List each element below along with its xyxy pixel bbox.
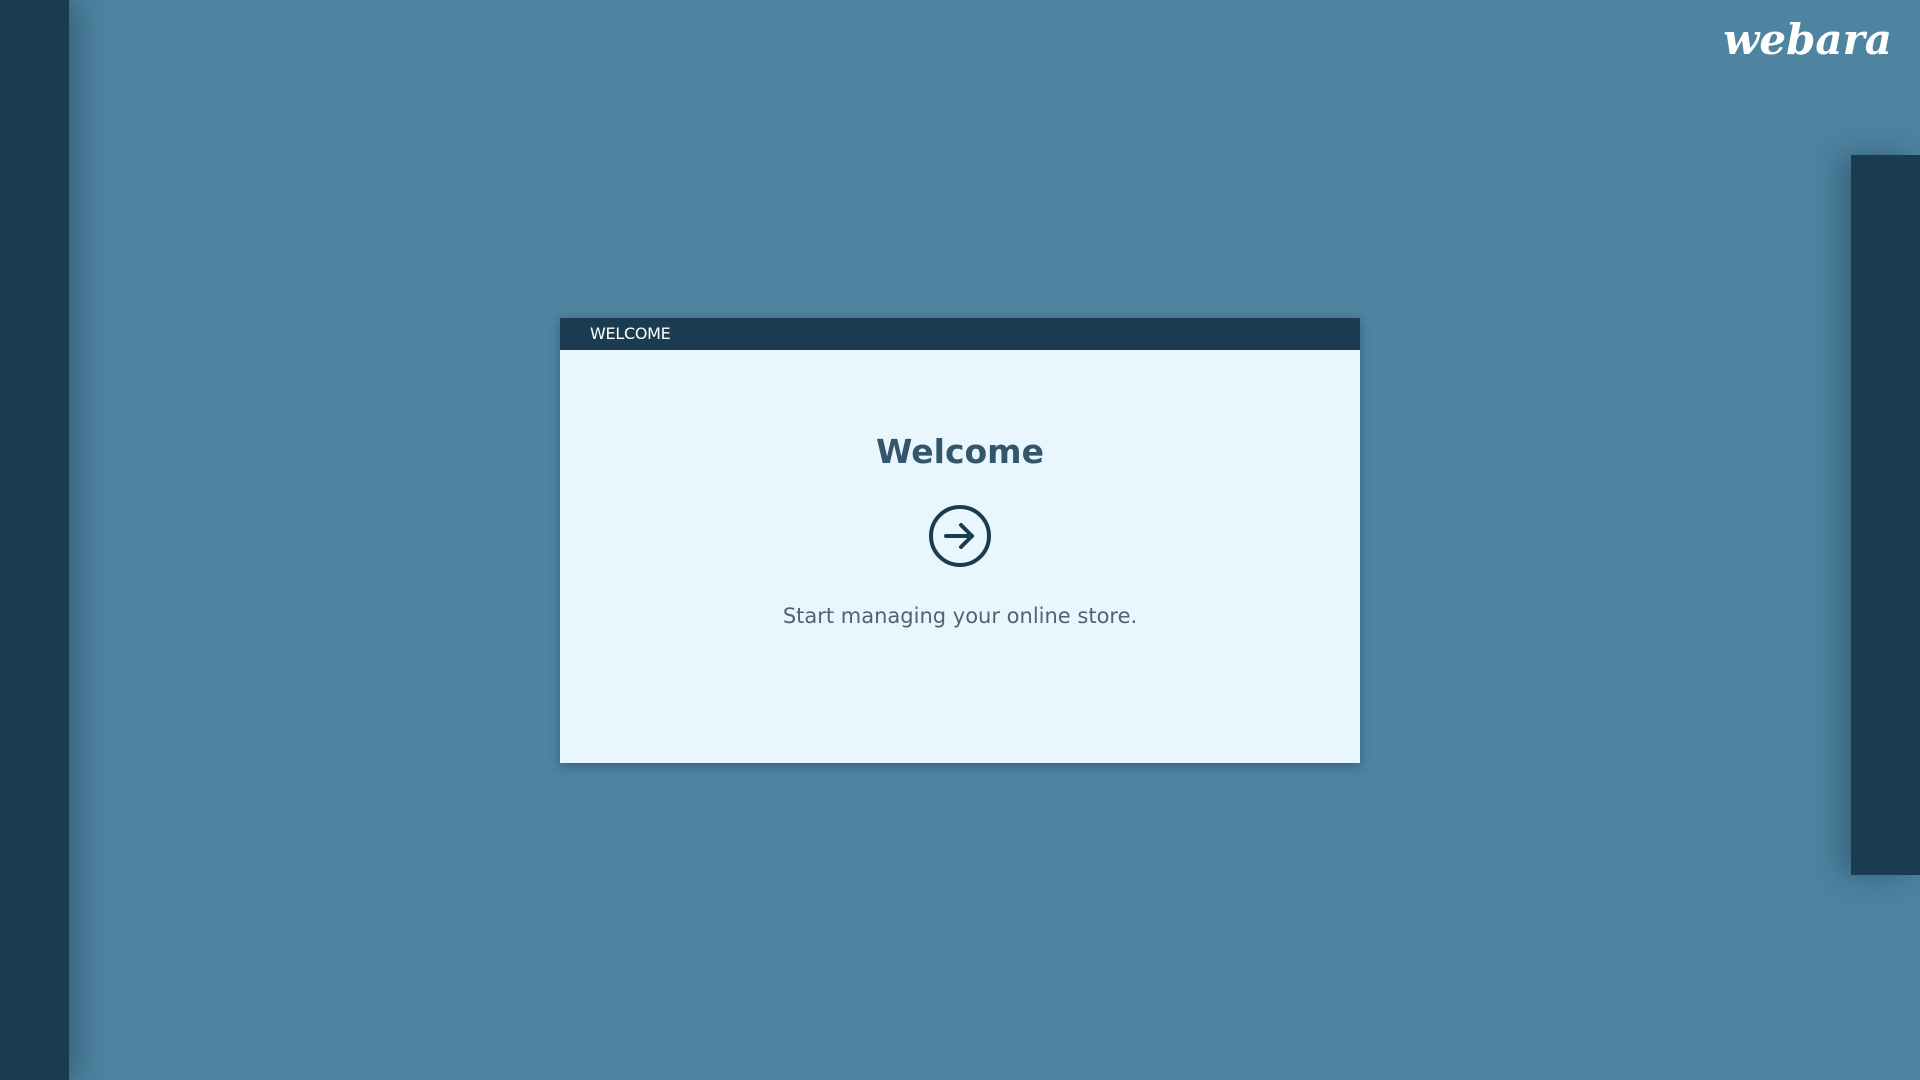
left-sidebar <box>0 0 69 1080</box>
dialog-body: Welcome Start managing your online store… <box>560 350 1360 630</box>
dialog-title: WELCOME <box>590 324 671 343</box>
dialog-heading: Welcome <box>876 432 1044 471</box>
arrow-right-circle-icon[interactable] <box>928 504 992 568</box>
brand-logo: webara <box>1723 15 1892 64</box>
right-side-panel <box>1851 155 1920 875</box>
dialog-subtitle: Start managing your online store. <box>782 604 1138 628</box>
dialog-title-bar: WELCOME <box>560 318 1360 350</box>
welcome-dialog: WELCOME Welcome Start managing your onli… <box>560 318 1360 763</box>
